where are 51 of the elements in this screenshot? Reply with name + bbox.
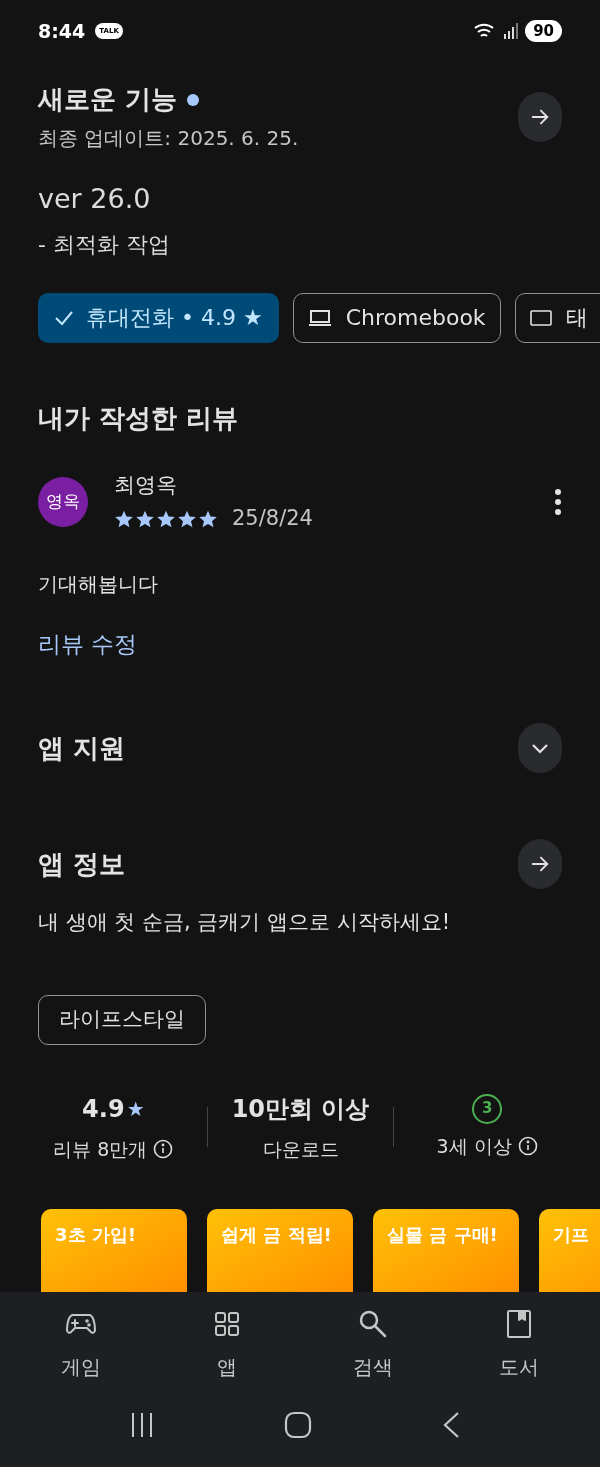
section-title: 앱 정보 (38, 847, 126, 881)
search-icon (358, 1309, 388, 1339)
avatar: 영옥 (38, 477, 88, 527)
stat-label: 리뷰 8만개 (53, 1136, 148, 1162)
category-chip[interactable]: 라이프스타일 (38, 994, 206, 1045)
check-icon (54, 309, 74, 326)
back-icon[interactable] (442, 1410, 460, 1439)
laptop-icon (307, 308, 332, 327)
stat-value: 10만회 이상 (231, 1093, 370, 1125)
edit-review-link[interactable]: 리뷰 수정 (38, 630, 138, 657)
version-label: ver 26.0 (37, 182, 152, 216)
info-icon[interactable] (153, 1138, 174, 1159)
book-icon (506, 1309, 532, 1339)
device-chip[interactable]: 휴대전화 • 4.9 ★ (38, 292, 279, 343)
stat-value: 4.9 (82, 1093, 125, 1125)
info-icon[interactable] (517, 1135, 538, 1156)
release-notes: - 최적화 작업 (37, 230, 171, 259)
open-whats-new-button[interactable] (518, 91, 562, 142)
nav-tab[interactable]: 검색 (300, 1308, 446, 1382)
battery-indicator: 90 (525, 20, 562, 42)
recent-apps-icon[interactable] (130, 1411, 154, 1438)
nav-tab[interactable]: 게임 (8, 1308, 154, 1382)
gamepad-icon (65, 1312, 97, 1336)
section-title: 새로운 기능 (38, 83, 178, 116)
home-icon[interactable] (284, 1410, 312, 1439)
open-app-info-button[interactable] (518, 839, 562, 889)
device-chip[interactable]: 태 (514, 292, 600, 343)
reviewer-name: 최영옥 (114, 471, 178, 499)
screenshot-title: 3초 가입! (55, 1223, 136, 1247)
tablet-icon (529, 309, 552, 326)
screenshot-title: 실물 금 구매! (387, 1223, 498, 1247)
section-title: 내가 작성한 리뷰 (37, 401, 240, 435)
chevron-icon (531, 742, 549, 754)
stat-label: 3세 이상 (436, 1133, 512, 1159)
review-date: 25/8/24 (232, 505, 313, 532)
star-icon: ★ (126, 1093, 145, 1124)
update-date: 최종 업데이트: 2025. 6. 25. (38, 125, 299, 152)
screenshot-title: 기프 (553, 1223, 589, 1247)
device-chip[interactable]: Chromebook (292, 292, 501, 343)
more-options-icon[interactable] (554, 489, 562, 515)
nav-tab[interactable]: 도서 (446, 1308, 592, 1382)
signal-icon (503, 22, 520, 40)
status-time: 8:44 (38, 18, 86, 44)
section-title: 앱 지원 (38, 731, 126, 765)
app-description: 내 생애 첫 순금, 금캐기 앱으로 시작하세요! (37, 909, 452, 936)
age-rating-badge: 3 (472, 1093, 503, 1124)
nav-tab[interactable]: 앱 (154, 1308, 300, 1382)
stat-label: 다운로드 (262, 1136, 339, 1162)
grid-icon (214, 1311, 240, 1337)
review-text: 기대해봅니다 (37, 570, 159, 598)
screenshot-title: 쉽게 금 적립! (221, 1223, 332, 1247)
